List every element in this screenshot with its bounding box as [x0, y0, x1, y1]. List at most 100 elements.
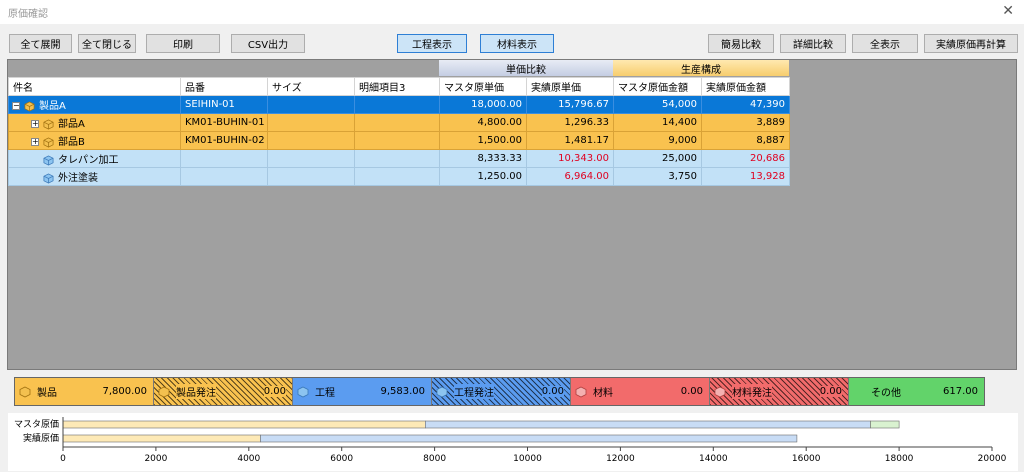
cube-icon	[43, 137, 54, 147]
close-icon[interactable]: ✕	[1002, 3, 1014, 19]
col-header-item3[interactable]: 明細項目3	[354, 77, 440, 96]
recalc-actual-cost-button[interactable]: 実績原価再計算	[924, 34, 1018, 53]
master-amount-cell: 3,750	[613, 167, 702, 186]
summary-value: 7,800.00	[102, 386, 147, 397]
master-amount-cell: 25,000	[613, 149, 702, 168]
summary-value: 617.00	[943, 386, 978, 397]
name-cell[interactable]: + 部品B	[8, 131, 181, 150]
col-header-master-amount[interactable]: マスタ原価金額	[613, 77, 702, 96]
material-cube-icon	[575, 386, 587, 398]
table-row[interactable]: タレパン加工 8,333.33 10,343.00 25,000 20,686	[8, 149, 790, 168]
master-unit-cell: 8,333.33	[439, 149, 527, 168]
actual-unit-cell: 1,481.17	[526, 131, 614, 150]
summary-label: 材料発注	[732, 384, 772, 399]
code-cell: SEIHIN-01	[180, 95, 268, 114]
summary-product: 製品 7,800.00	[15, 378, 154, 405]
item3-cell	[354, 95, 440, 114]
actual-unit-cell: 1,296.33	[526, 113, 614, 132]
csv-export-button[interactable]: CSV出力	[231, 34, 305, 53]
summary-other: その他 617.00	[849, 378, 984, 405]
x-tick-label: 14000	[699, 454, 728, 464]
summary-process-order: 工程発注 0.00	[432, 378, 571, 405]
actual-amount-cell: 13,928	[701, 167, 790, 186]
code-cell: KM01-BUHIN-02	[180, 131, 268, 150]
x-tick-label: 12000	[606, 454, 635, 464]
material-order-icon	[714, 386, 726, 398]
cost-comparison-chart: マスタ原価 実績原価 0 2000 4000 6000 8000 10000 12000 1400…	[8, 413, 1018, 471]
table-row[interactable]: − 製品A SEIHIN-01 18,000.00 15,796.67 54,00…	[8, 95, 790, 114]
summary-label: その他	[871, 388, 901, 399]
row-name: タレパン加工	[58, 155, 119, 166]
col-header-actual-unit[interactable]: 実績原単価	[526, 77, 614, 96]
summary-value: 0.00	[541, 386, 564, 397]
master-amount-cell: 54,000	[613, 95, 702, 114]
summary-product-order: 製品発注 0.00	[154, 378, 293, 405]
cost-grid[interactable]: 単価比較 生産構成 件名 品番 サイズ 明細項目3 マスタ原単価 実績原単価 マ…	[7, 59, 1017, 370]
bar-segment	[62, 420, 426, 429]
actual-amount-cell: 47,390	[701, 95, 790, 114]
col-header-master-unit[interactable]: マスタ原単価	[439, 77, 527, 96]
material-view-toggle[interactable]: 材料表示	[480, 34, 554, 53]
summary-material: 材料 0.00	[571, 378, 710, 405]
row-name: 製品A	[39, 101, 66, 112]
summary-label: 工程	[315, 388, 335, 399]
x-tick-label: 20000	[978, 454, 1007, 464]
table-row[interactable]: + 部品B KM01-BUHIN-02 1,500.00 1,481.17 9,0…	[8, 131, 790, 150]
col-header-code[interactable]: 品番	[180, 77, 268, 96]
size-cell	[267, 149, 355, 168]
name-cell[interactable]: タレパン加工	[8, 149, 181, 168]
show-all-button[interactable]: 全表示	[852, 34, 918, 53]
chart-svg: マスタ原価実績原価0 2000 4000 6000 8000 10000 12000 1400…	[14, 417, 1007, 464]
item3-cell	[354, 131, 440, 150]
name-cell[interactable]: + 部品A	[8, 113, 181, 132]
summary-value: 0.00	[263, 386, 286, 397]
process-order-icon	[436, 386, 448, 398]
summary-label: 工程発注	[454, 384, 494, 399]
print-button[interactable]: 印刷	[146, 34, 220, 53]
table-row[interactable]: 外注塗装 1,250.00 6,964.00 3,750 13,928	[8, 167, 790, 186]
col-header-size[interactable]: サイズ	[267, 77, 355, 96]
row-name: 外注塗装	[58, 173, 98, 184]
process-view-toggle[interactable]: 工程表示	[397, 34, 467, 53]
actual-amount-cell: 8,887	[701, 131, 790, 150]
group-header-production: 生産構成	[613, 60, 789, 76]
col-header-name[interactable]: 件名	[8, 77, 181, 96]
product-cube-icon	[19, 386, 31, 398]
name-cell[interactable]: 外注塗装	[8, 167, 181, 186]
size-cell	[267, 167, 355, 186]
window-title: 原価確認	[8, 9, 48, 20]
collapse-icon[interactable]: −	[12, 102, 20, 110]
actual-amount-cell: 20,686	[701, 149, 790, 168]
x-tick-label: 10000	[513, 454, 542, 464]
row-name: 部品A	[58, 119, 85, 130]
summary-value: 0.00	[680, 386, 703, 397]
expand-all-button[interactable]: 全て展開	[9, 34, 72, 53]
group-header-unit-compare: 単価比較	[439, 60, 613, 76]
title-bar: 原価確認 ✕	[0, 0, 1024, 24]
collapse-all-button[interactable]: 全て閉じる	[78, 34, 136, 53]
actual-unit-cell: 15,796.67	[526, 95, 614, 114]
category-label: 実績原価	[23, 432, 59, 444]
actual-unit-cell: 6,964.00	[526, 167, 614, 186]
process-cube-icon	[43, 173, 54, 183]
master-unit-cell: 4,800.00	[439, 113, 527, 132]
item3-cell	[354, 167, 440, 186]
size-cell	[267, 95, 355, 114]
master-amount-cell: 9,000	[613, 131, 702, 150]
bar-segment	[425, 420, 871, 429]
summary-value: 0.00	[819, 386, 842, 397]
code-cell	[180, 167, 268, 186]
code-cell	[180, 149, 268, 168]
summary-process: 工程 9,583.00	[293, 378, 432, 405]
expand-icon[interactable]: +	[31, 138, 39, 146]
x-tick-label: 2000	[144, 454, 167, 464]
simple-compare-button[interactable]: 簡易比較	[708, 34, 774, 53]
x-tick-label: 8000	[423, 454, 446, 464]
cube-icon	[43, 119, 54, 129]
detail-compare-button[interactable]: 詳細比較	[780, 34, 846, 53]
summary-label: 材料	[593, 388, 613, 399]
table-row[interactable]: + 部品A KM01-BUHIN-01 4,800.00 1,296.33 14,…	[8, 113, 790, 132]
expand-icon[interactable]: +	[31, 120, 39, 128]
name-cell[interactable]: − 製品A	[8, 95, 181, 114]
col-header-actual-amount[interactable]: 実績原価金額	[701, 77, 790, 96]
